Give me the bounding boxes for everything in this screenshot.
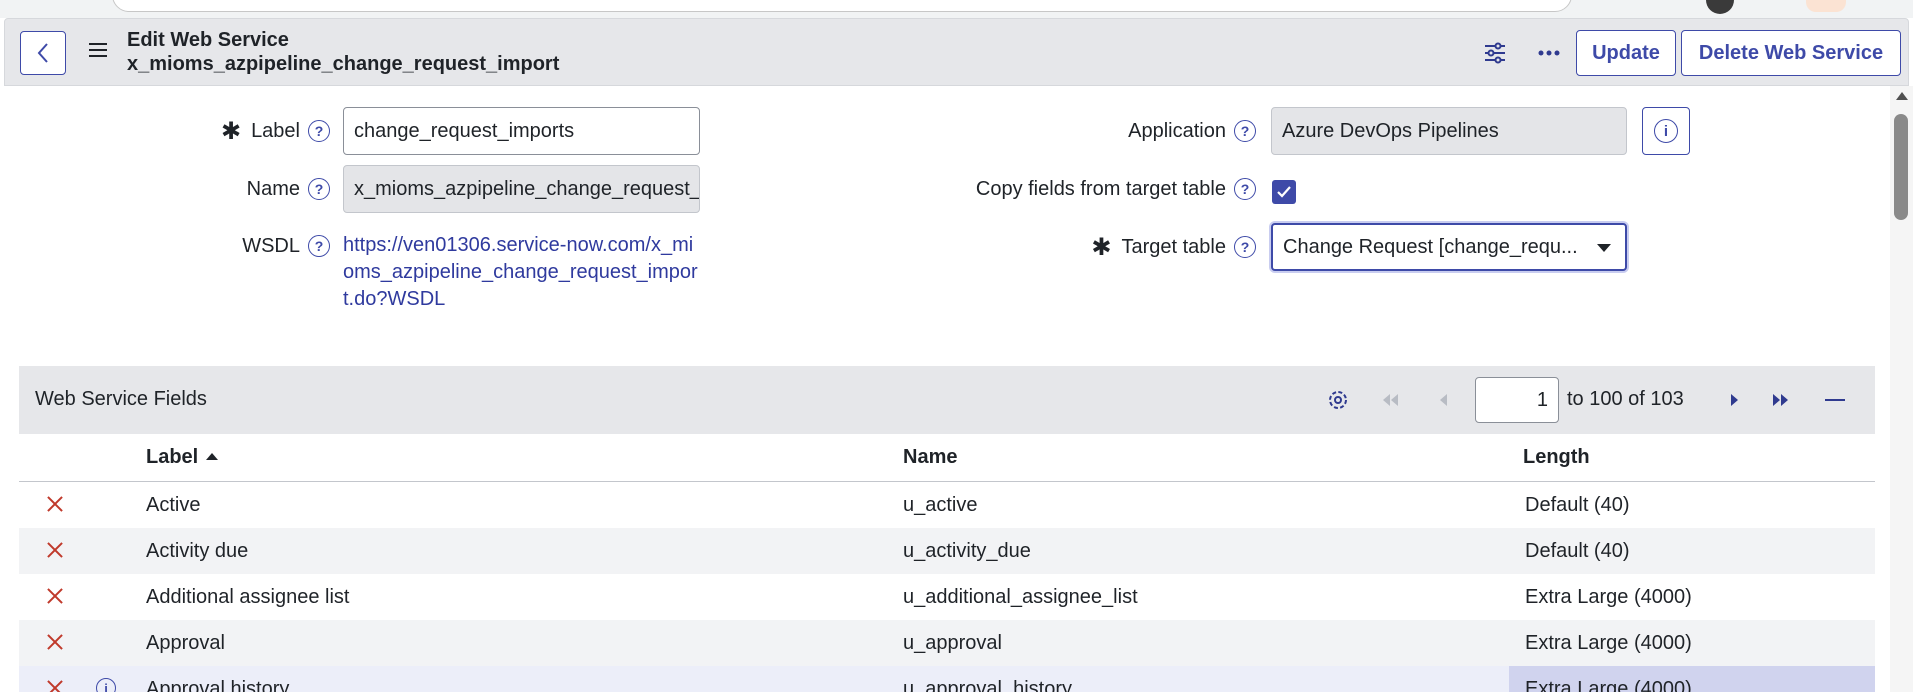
table-row[interactable]: Activity due u_activity_due Default (40) — [19, 528, 1875, 574]
delete-web-service-button[interactable]: Delete Web Service — [1681, 30, 1901, 76]
form-header: Edit Web Service x_mioms_azpipeline_chan… — [4, 18, 1909, 86]
page-title: Edit Web Service x_mioms_azpipeline_chan… — [127, 28, 559, 76]
row-label[interactable]: Activity due — [146, 540, 248, 563]
delete-row-icon[interactable] — [45, 678, 65, 692]
row-label[interactable]: Approval history — [146, 678, 289, 692]
row-length: Extra Large (4000) — [1525, 632, 1692, 654]
wsdl-field-label: WSDL ? — [150, 231, 330, 261]
help-icon[interactable]: ? — [308, 120, 330, 142]
menu-icon[interactable] — [89, 43, 107, 59]
web-service-form: ✱ Label ? change_request_imports Name ? … — [0, 86, 1880, 366]
scrollbar[interactable] — [1890, 86, 1913, 692]
info-icon[interactable]: i — [96, 678, 116, 692]
row-name: u_additional_assignee_list — [903, 586, 1138, 608]
row-length: Default (40) — [1525, 494, 1630, 516]
update-button[interactable]: Update — [1576, 30, 1676, 76]
scroll-up-icon[interactable] — [1896, 92, 1908, 100]
first-page-icon — [1376, 386, 1404, 414]
chevron-down-icon — [1597, 244, 1611, 252]
column-header-length[interactable]: Length — [1523, 446, 1590, 469]
delete-row-icon[interactable] — [45, 586, 65, 606]
row-length: Extra Large (4000) — [1525, 586, 1692, 608]
column-header-name[interactable]: Name — [903, 446, 957, 469]
browser-top-strip — [0, 0, 1913, 18]
label-field-label: ✱ Label ? — [150, 116, 330, 146]
last-page-icon[interactable] — [1767, 386, 1795, 414]
target-table-value: Change Request [change_requ... — [1283, 235, 1578, 258]
label-input[interactable]: change_request_imports — [343, 107, 700, 155]
required-icon: ✱ — [220, 117, 242, 145]
row-name: u_activity_due — [903, 540, 1031, 562]
copy-fields-text: Copy fields from target table — [975, 177, 1226, 200]
row-length: Default (40) — [1525, 540, 1630, 562]
checkmark-icon — [1277, 186, 1291, 198]
page-number-input[interactable]: 1 — [1475, 377, 1559, 423]
row-length: Extra Large (4000) — [1509, 666, 1875, 692]
wsdl-field-text: WSDL — [242, 234, 300, 257]
help-icon[interactable]: ? — [308, 235, 330, 257]
settings-sliders-icon[interactable] — [1481, 39, 1509, 67]
help-icon[interactable]: ? — [1234, 236, 1256, 258]
row-label[interactable]: Active — [146, 494, 200, 517]
help-icon[interactable]: ? — [308, 178, 330, 200]
collapse-icon[interactable] — [1821, 386, 1849, 414]
sort-ascending-icon — [206, 453, 219, 460]
help-icon[interactable]: ? — [1234, 178, 1256, 200]
wsdl-link[interactable]: https://ven01306.service-now.com/x_mioms… — [343, 232, 699, 313]
copy-fields-checkbox[interactable] — [1272, 180, 1296, 204]
target-table-label: ✱ Target table ? — [1000, 232, 1256, 262]
copy-fields-label: Copy fields from target table ? — [900, 174, 1256, 204]
target-table-select[interactable]: Change Request [change_requ... — [1271, 223, 1627, 271]
application-info-button[interactable]: i — [1642, 107, 1690, 155]
table-row[interactable]: Active u_active Default (40) — [19, 482, 1875, 528]
info-icon: i — [1654, 119, 1678, 143]
label-field-text: Label — [251, 119, 300, 142]
application-field-label: Application ? — [1000, 116, 1256, 146]
name-input[interactable]: x_mioms_azpipeline_change_request_import — [343, 165, 700, 213]
required-icon: ✱ — [1091, 233, 1112, 261]
row-name: u_active — [903, 494, 978, 516]
table-row[interactable]: Approval u_approval Extra Large (4000) — [19, 620, 1875, 666]
next-page-icon[interactable] — [1721, 386, 1749, 414]
page-title-record: x_mioms_azpipeline_change_request_import — [127, 53, 560, 75]
more-icon[interactable] — [1535, 39, 1563, 67]
delete-row-icon[interactable] — [45, 540, 65, 560]
related-list-header: Web Service Fields 1 to 100 of 103 — [19, 366, 1875, 434]
table-row[interactable]: i Approval history u_approval_history Ex… — [19, 666, 1875, 692]
row-label[interactable]: Approval — [146, 632, 225, 655]
help-icon[interactable]: ? — [1234, 120, 1256, 142]
application-input[interactable]: Azure DevOps Pipelines — [1271, 107, 1627, 155]
scrollbar-thumb[interactable] — [1894, 114, 1908, 220]
gear-icon[interactable] — [1324, 386, 1352, 414]
row-name: u_approval — [903, 632, 1002, 654]
table-header: Label Name Length — [19, 434, 1875, 482]
row-label[interactable]: Additional assignee list — [146, 586, 349, 609]
address-bar[interactable] — [112, 0, 1572, 12]
previous-page-icon — [1429, 386, 1457, 414]
delete-row-icon[interactable] — [45, 494, 65, 514]
page-title-type: Edit Web Service — [127, 29, 289, 51]
related-list-title: Web Service Fields — [35, 388, 207, 410]
application-field-text: Application — [1128, 119, 1226, 142]
name-field-label: Name ? — [150, 174, 330, 204]
page-range-info: to 100 of 103 — [1567, 388, 1684, 410]
back-icon — [37, 43, 48, 63]
web-service-fields-table: Label Name Length Active u_active Defaul… — [19, 434, 1875, 692]
column-header-label[interactable]: Label — [146, 446, 219, 469]
profile-avatar[interactable] — [1706, 0, 1734, 14]
row-name: u_approval_history — [903, 678, 1072, 692]
extension-icon[interactable] — [1806, 0, 1846, 12]
name-field-text: Name — [246, 177, 300, 200]
target-table-text: Target table — [1121, 235, 1226, 258]
delete-row-icon[interactable] — [45, 632, 65, 652]
back-button[interactable] — [20, 31, 66, 75]
table-row[interactable]: Additional assignee list u_additional_as… — [19, 574, 1875, 620]
